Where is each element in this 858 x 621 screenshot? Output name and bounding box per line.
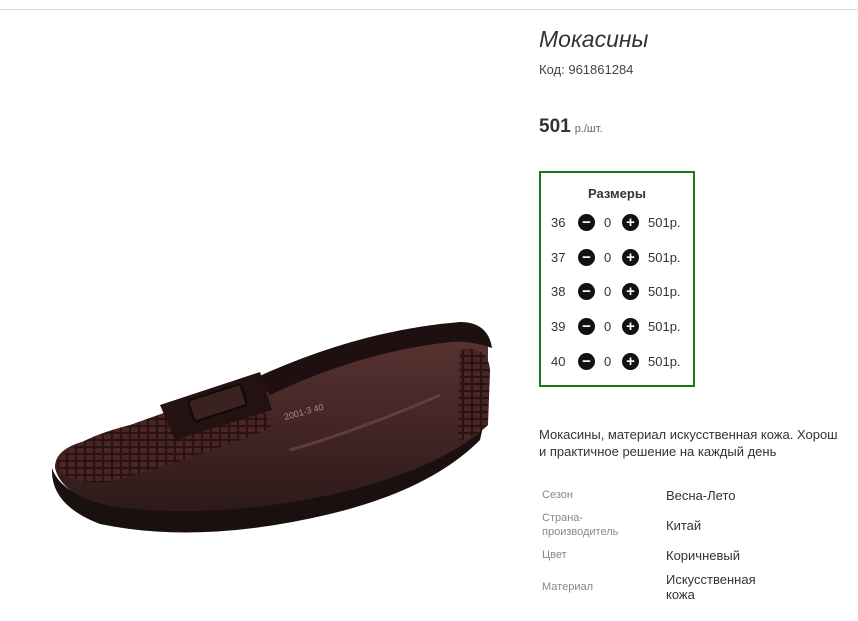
size-price: 501р. (648, 319, 681, 334)
size-row-40: 40 − 0 + 501р. (541, 352, 693, 372)
product-code-value: 961861284 (568, 62, 634, 77)
attr-material-value-line: Искусственная (666, 572, 756, 587)
attr-country-label-line: Страна- (542, 512, 584, 524)
product-code: Код: 961861284 (539, 62, 633, 77)
minus-circle-icon[interactable]: − (578, 214, 595, 231)
price-value: 501 (539, 116, 571, 137)
sizes-panel: Размеры 36 − 0 + 501р. 37 − 0 + 501р. 38… (539, 171, 695, 387)
size-price: 501р. (648, 250, 681, 265)
size-price: 501р. (648, 354, 681, 369)
attr-color-label: Цвет (542, 549, 567, 561)
size-quantity: 0 (604, 319, 612, 334)
product-image: 2001-3 40 (51, 322, 492, 533)
minus-circle-icon[interactable]: − (578, 353, 595, 370)
size-label: 39 (551, 319, 566, 334)
plus-circle-icon[interactable]: + (622, 249, 639, 266)
size-row-39: 39 − 0 + 501р. (541, 317, 693, 337)
attr-country-value: Китай (666, 518, 702, 533)
attr-country-label-line: производитель (542, 526, 619, 538)
product-code-label: Код: (539, 62, 565, 77)
minus-circle-icon[interactable]: − (578, 283, 595, 300)
sizes-title: Размеры (588, 186, 646, 201)
minus-circle-icon[interactable]: − (578, 318, 595, 335)
plus-circle-icon[interactable]: + (622, 283, 639, 300)
top-divider (0, 9, 858, 10)
plus-circle-icon[interactable]: + (622, 353, 639, 370)
size-row-36: 36 − 0 + 501р. (541, 213, 693, 233)
attr-season-label: Сезон (542, 489, 573, 501)
minus-circle-icon[interactable]: − (578, 249, 595, 266)
size-label: 40 (551, 354, 566, 369)
size-label: 36 (551, 215, 566, 230)
size-price: 501р. (648, 284, 681, 299)
description-line: Мокасины, материал искусственная кожа. Х… (539, 427, 838, 442)
product-price: 501 р./шт. (539, 116, 603, 138)
size-row-37: 37 − 0 + 501р. (541, 248, 693, 268)
price-unit: р./шт. (574, 123, 603, 135)
attr-color-value: Коричневый (666, 548, 740, 563)
size-quantity: 0 (604, 250, 612, 265)
attr-season-value: Весна-Лето (666, 488, 736, 503)
description-line: и практичное решение на каждый день (539, 444, 777, 459)
size-quantity: 0 (604, 284, 612, 299)
size-quantity: 0 (604, 215, 612, 230)
size-quantity: 0 (604, 354, 612, 369)
attr-material-label: Материал (542, 581, 593, 593)
size-label: 38 (551, 284, 566, 299)
size-label: 37 (551, 250, 566, 265)
product-description: Мокасины, материал искусственная кожа. Х… (539, 426, 858, 460)
size-row-38: 38 − 0 + 501р. (541, 282, 693, 302)
plus-circle-icon[interactable]: + (622, 214, 639, 231)
attr-material-value-line: кожа (666, 587, 695, 602)
attr-country-label: Страна- производитель (542, 511, 618, 539)
product-title: Мокасины (539, 26, 649, 52)
plus-circle-icon[interactable]: + (622, 318, 639, 335)
attr-material-value: Искусственная кожа (666, 572, 756, 602)
size-price: 501р. (648, 215, 681, 230)
